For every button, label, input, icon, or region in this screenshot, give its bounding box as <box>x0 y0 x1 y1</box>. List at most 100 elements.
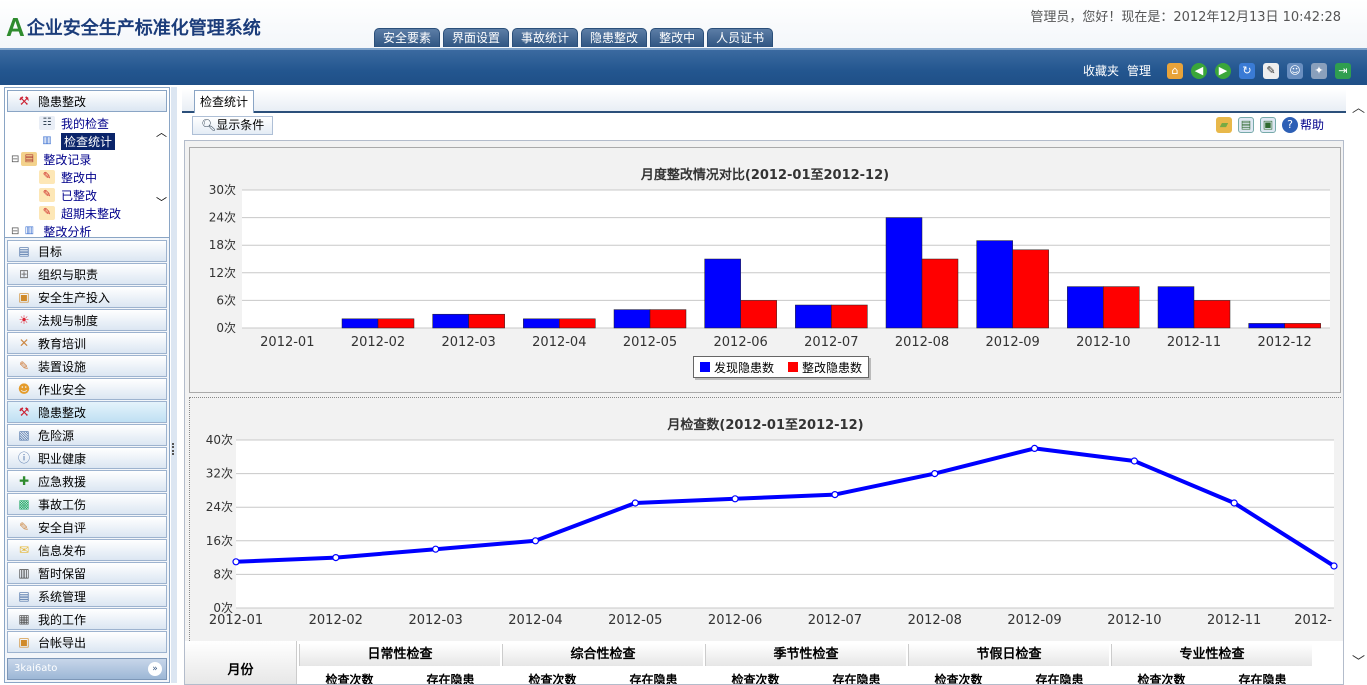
manage-link[interactable]: 管理 <box>1127 62 1151 79</box>
edit-icon[interactable]: ✎ <box>1263 62 1279 79</box>
bar <box>1193 300 1231 329</box>
sidebar-item-3[interactable]: ☀ 法规与制度 <box>7 309 167 331</box>
x-tick-label: 2012-08 <box>895 335 949 350</box>
sidebar-item-label: 安全生产投入 <box>38 290 111 305</box>
sidebar-item-label: 事故工伤 <box>38 497 87 512</box>
tree-node[interactable]: ▥ 检查统计 <box>11 132 169 150</box>
folder-icon[interactable]: ▰ <box>1215 116 1232 133</box>
sidebar: ⚒ 隐患整改 ☷ 我的检查 ▥ 检查统计 ⊟ ▤ 整改记录 ✎ 整改中 ✎ 已整改 ✎ 超期未整改 ⊟ ▥ 整… <box>4 87 170 683</box>
group-header: 综合性检查 <box>502 644 703 666</box>
forward-icon[interactable]: ▶ <box>1215 62 1231 79</box>
show-conditions-button[interactable]: 🔍︎显示条件 <box>192 116 274 135</box>
group-header: 日常性检查 <box>299 644 500 666</box>
collapse-icon[interactable]: » <box>148 662 162 676</box>
x-tick-label: 2012-06 <box>708 613 762 628</box>
sidebar-item-6[interactable]: ☻ 作业安全 <box>7 378 167 400</box>
bar <box>559 318 596 329</box>
help-link[interactable]: 帮助 <box>1300 116 1324 133</box>
main-scroll-down-icon[interactable]: ﹀ <box>1352 651 1365 670</box>
tree-node-label: 超期未整改 <box>61 206 122 221</box>
favorites-link[interactable]: 收藏夹 <box>1083 62 1119 79</box>
sidebar-item-label: 装置设施 <box>38 359 87 374</box>
x-tick-label: 2012-09 <box>986 335 1040 350</box>
sidebar-item-8[interactable]: ▧ 危险源 <box>7 424 167 446</box>
sidebar-item-1[interactable]: ⊞ 组织与职责 <box>7 263 167 285</box>
top-tab-5[interactable]: 人员证书 <box>707 28 774 47</box>
sidebar-item-10[interactable]: ✚ 应急救援 <box>7 470 167 492</box>
top-tab-2[interactable]: 事故统计 <box>512 28 579 47</box>
y-tick-label: 18次 <box>209 238 236 252</box>
tab-check-stats[interactable]: 检查统计 <box>194 90 255 113</box>
tree-node[interactable]: ⊟ ▤ 整改记录 <box>11 150 169 168</box>
tree-node-label: 整改中 <box>61 170 98 185</box>
sidebar-item-0[interactable]: ▤ 目标 <box>7 240 167 262</box>
bar <box>1248 323 1285 329</box>
sidebar-item-label: 信息发布 <box>38 543 87 558</box>
data-point <box>232 558 240 566</box>
scroll-up-icon[interactable]: ︿ <box>156 124 167 140</box>
content-toolbar-right: ▰ ▤ ▣ ? 帮助 <box>1210 116 1324 133</box>
tree-node[interactable]: ✎ 超期未整改 <box>11 204 169 222</box>
tree-scrollbar[interactable]: ︿ ﹀ <box>153 124 169 220</box>
image-icon[interactable]: ▣ <box>1259 116 1276 133</box>
top-tab-4[interactable]: 整改中 <box>650 28 705 47</box>
sidebar-item-11[interactable]: ▩ 事故工伤 <box>7 493 167 515</box>
sidebar-item-label: 台帐导出 <box>38 635 87 650</box>
task-icon: ✎ <box>39 188 55 202</box>
top-tab-0[interactable]: 安全要素 <box>374 28 441 47</box>
hazard-icon: ▧ <box>18 428 30 442</box>
scroll-down-icon[interactable]: ﹀ <box>156 194 167 210</box>
main-scrollbar[interactable]: ︿ ﹀ <box>1349 87 1366 685</box>
sidebar-item-14[interactable]: ▥ 暂时保留 <box>7 562 167 584</box>
sidebar-item-16[interactable]: ▦ 我的工作 <box>7 608 167 630</box>
sidebar-item-5[interactable]: ✎ 装置设施 <box>7 355 167 377</box>
export-icon[interactable]: ▤ <box>1237 116 1254 133</box>
chart-icon: ▥ <box>39 134 55 148</box>
refresh-icon[interactable]: ↻ <box>1239 62 1255 79</box>
checklist-icon: ☷ <box>39 116 55 130</box>
splitter-grip[interactable] <box>172 443 175 455</box>
sidebar-item-4[interactable]: ✕ 教育培训 <box>7 332 167 354</box>
tools-icon: ⚒ <box>18 405 30 419</box>
help-icon[interactable]: ? <box>1281 116 1298 133</box>
sidebar-item-2[interactable]: ▣ 安全生产投入 <box>7 286 167 308</box>
tree-node[interactable]: ☷ 我的检查 <box>11 114 169 132</box>
task-icon: ✎ <box>39 170 55 184</box>
top-tab-1[interactable]: 界面设置 <box>443 28 510 47</box>
sidebar-tree-panel: ⚒ 隐患整改 ☷ 我的检查 ▥ 检查统计 ⊟ ▤ 整改记录 ✎ 整改中 ✎ 已整改 ✎ 超期未整改 ⊟ ▥ 整… <box>5 88 169 238</box>
sidebar-item-17[interactable]: ▣ 台帐导出 <box>7 631 167 653</box>
main-scroll-up-icon[interactable]: ︿ <box>1352 97 1365 116</box>
sub-header: 存在隐患 <box>1238 673 1287 685</box>
sub-header: 存在隐患 <box>629 673 678 685</box>
x-tick-label: 2012-03 <box>408 613 462 628</box>
sidebar-item-label: 应急救援 <box>38 474 87 489</box>
sub-header: 检查次数 <box>325 673 374 685</box>
top-tab-3[interactable]: 隐患整改 <box>581 28 648 47</box>
expand-icon[interactable]: ⊟ <box>11 154 19 165</box>
tree-node[interactable]: ⊟ ▥ 整改分析 <box>11 222 169 238</box>
back-icon[interactable]: ◀ <box>1191 62 1207 79</box>
export-icon: ▣ <box>18 635 30 649</box>
sidebar-tree: ☷ 我的检查 ▥ 检查统计 ⊟ ▤ 整改记录 ✎ 整改中 ✎ 已整改 ✎ 超期未整改 ⊟ ▥ 整改分析 <box>5 114 169 238</box>
sidebar-item-15[interactable]: ▤ 系统管理 <box>7 585 167 607</box>
tree-header[interactable]: ⚒ 隐患整改 <box>7 90 167 112</box>
splitter[interactable] <box>171 87 177 683</box>
x-tick-label: 2012-10 <box>1076 335 1130 350</box>
sidebar-item-label: 危险源 <box>38 428 75 443</box>
sidebar-item-9[interactable]: ⓘ 职业健康 <box>7 447 167 469</box>
sidebar-item-13[interactable]: ✉ 信息发布 <box>7 539 167 561</box>
tools-icon: ⚒ <box>18 94 30 108</box>
bar <box>649 309 687 329</box>
exit-icon[interactable]: ⇥ <box>1335 62 1351 79</box>
tree-node[interactable]: ✎ 整改中 <box>11 168 169 186</box>
home-icon[interactable]: ⌂ <box>1167 62 1183 79</box>
sidebar-item-7[interactable]: ⚒ 隐患整改 <box>7 401 167 423</box>
x-tick-label: 2012-11 <box>1167 335 1221 350</box>
sidebar-item-12[interactable]: ✎ 安全自评 <box>7 516 167 538</box>
tree-node[interactable]: ✎ 已整改 <box>11 186 169 204</box>
expand-icon[interactable]: ⊟ <box>11 226 19 237</box>
sub-header: 存在隐患 <box>832 673 881 685</box>
user-icon[interactable]: ☺ <box>1287 62 1303 79</box>
settings-icon[interactable]: ✦ <box>1311 62 1327 79</box>
tree-node-label: 整改分析 <box>43 224 92 238</box>
